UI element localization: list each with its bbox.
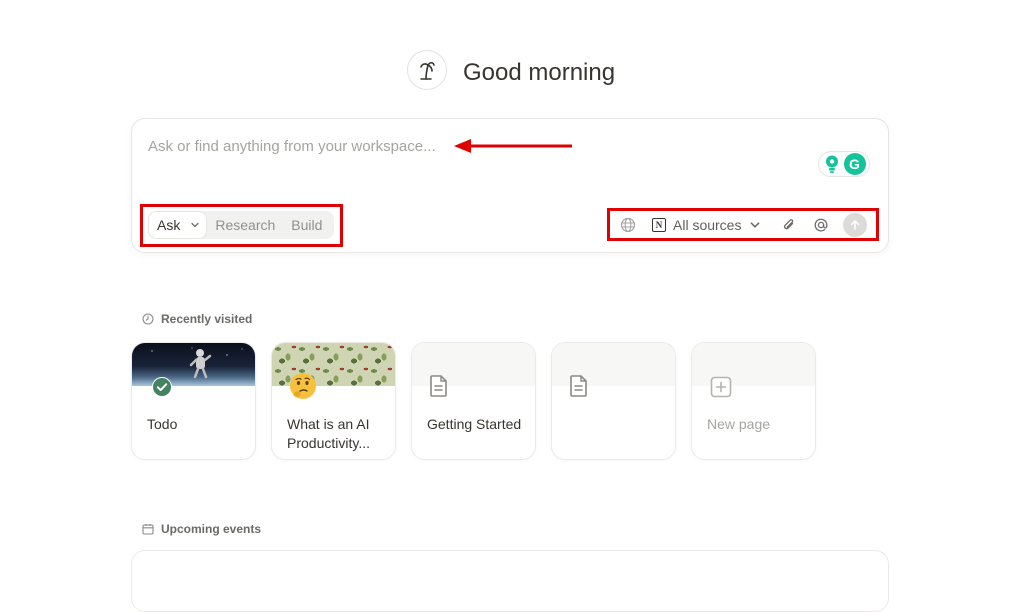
lightbulb-icon[interactable] (823, 154, 841, 174)
thinking-face-emoji (290, 373, 316, 399)
palm-tree-icon (420, 61, 435, 80)
upcoming-events-panel (131, 550, 889, 612)
card-title: Todo (147, 416, 178, 432)
calendar-icon (142, 523, 154, 535)
ask-input[interactable] (148, 135, 708, 157)
check-circle-icon (152, 377, 172, 397)
recent-page-card[interactable]: Getting Started (411, 342, 536, 460)
upcoming-events-heading: Upcoming events (142, 522, 261, 536)
new-page-card[interactable]: New page (691, 342, 816, 460)
card-title: Getting Started (427, 416, 522, 432)
grammarly-icon[interactable]: G (843, 153, 866, 175)
extension-badges: G (818, 151, 870, 177)
plus-square-icon (710, 376, 732, 398)
workspace-avatar (407, 50, 447, 90)
card-cover-image (132, 343, 255, 386)
annotation-arrow-icon (454, 139, 572, 153)
recent-page-card[interactable]: What is an AI Productivity... (271, 342, 396, 460)
recent-page-card[interactable] (551, 342, 676, 460)
recently-visited-label: Recently visited (161, 312, 253, 326)
greeting-title: Good morning (463, 59, 616, 86)
annotation-box-modes (140, 204, 343, 247)
annotation-box-toolbar (607, 208, 879, 241)
recent-page-card[interactable]: Todo (131, 342, 256, 460)
card-title: New page (707, 416, 771, 432)
recently-visited-heading: Recently visited (142, 312, 252, 326)
card-title: What is an AI Productivity... (287, 416, 370, 451)
clock-icon (142, 313, 154, 325)
upcoming-events-label: Upcoming events (161, 522, 262, 536)
astronaut-image (151, 347, 243, 379)
page-icon (570, 375, 587, 397)
page-icon (430, 375, 447, 397)
